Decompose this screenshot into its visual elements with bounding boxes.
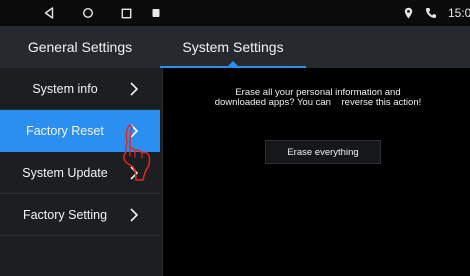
status-bar: 15:01 [0,0,470,26]
clock: 15:01 [448,6,470,20]
chevron-right-icon [128,123,140,139]
phone-icon [424,5,438,21]
reset-warning-message: Erase all your personal information and … [169,88,467,108]
recents-icon[interactable] [119,5,133,21]
factory-reset-panel: Erase all your personal information and … [163,68,470,276]
erase-everything-button[interactable]: Erase everything [265,140,381,164]
header-bar: General Settings System Settings [0,26,470,68]
sidebar-item-factory-setting[interactable]: Factory Setting [0,194,160,236]
chevron-right-icon [128,207,140,223]
sidebar-item-label: System Update [22,165,108,180]
general-settings-title[interactable]: General Settings [0,26,160,68]
back-icon[interactable] [42,5,56,21]
sidebar: System info Factory Reset System Update … [0,68,162,276]
sidebar-item-label: Factory Reset [26,123,104,138]
sidebar-item-label: System info [32,81,98,96]
sidebar-item-factory-reset[interactable]: Factory Reset [0,110,160,152]
notification-icon [151,5,161,21]
home-icon[interactable] [81,5,95,21]
chevron-right-icon [128,81,140,97]
location-icon [402,5,414,21]
reset-warning-line-2: downloaded apps? You can reverse this ac… [214,97,422,108]
sidebar-item-system-info[interactable]: System info [0,68,160,110]
chevron-right-icon [128,165,140,181]
sidebar-item-system-update[interactable]: System Update [0,152,160,194]
settings-screen: 15:01 General Settings System Settings S… [0,0,470,276]
sidebar-item-label: Factory Setting [22,207,108,222]
